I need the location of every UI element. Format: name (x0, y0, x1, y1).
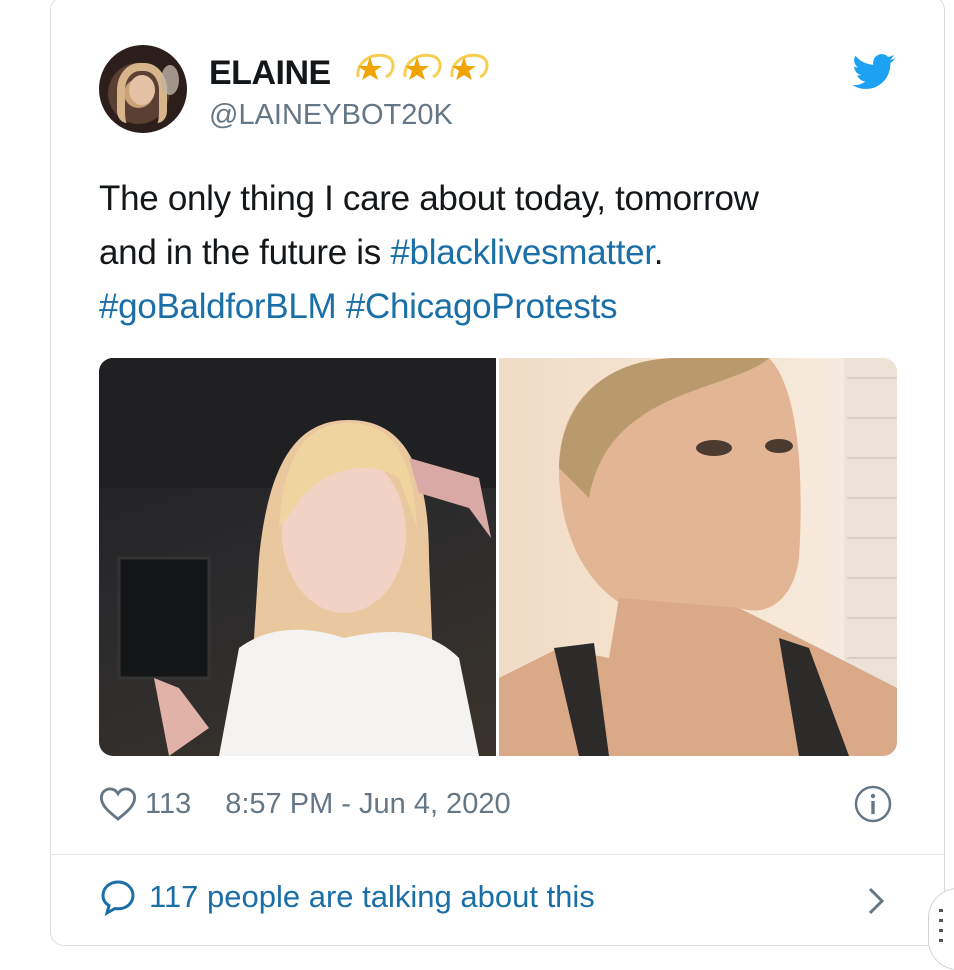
hashtag-goBaldforBLM[interactable]: #goBaldforBLM (99, 287, 337, 326)
photo-before-illustration (99, 358, 496, 756)
conversation-link[interactable]: 117 people are talking about this (99, 878, 595, 916)
user-handle[interactable]: @LAINEYBOT20K (209, 99, 453, 132)
photo-before[interactable] (99, 358, 496, 756)
tweet-text-line-2: and in the future is #blacklivesmatter. (99, 226, 889, 280)
tweet-text-line-3: #goBaldforBLM #ChicagoProtests (99, 280, 889, 334)
text-segment: and in the future is (99, 233, 391, 272)
tweet-meta: 113 8:57 PM - Jun 4, 2020 (99, 784, 511, 824)
hashtag-ChicagoProtests[interactable]: #ChicagoProtests (346, 287, 618, 326)
divider (51, 854, 944, 855)
hashtag-blacklivesmatter[interactable]: #blacklivesmatter (390, 233, 654, 272)
dizzy-star-icon (356, 53, 395, 80)
twitter-bird-icon[interactable] (852, 54, 896, 90)
speech-bubble-icon (101, 880, 135, 916)
avatar[interactable] (99, 45, 187, 133)
tweet-text: The only thing I care about today, tomor… (99, 172, 889, 334)
photo-after-illustration (499, 358, 897, 756)
name-emoji-group (352, 47, 490, 91)
conversation-text: 117 people are talking about this (149, 879, 595, 914)
dizzy-star-icon (403, 53, 442, 80)
tweet-media (99, 358, 897, 756)
like-count[interactable]: 113 (145, 788, 191, 821)
chevron-right-icon[interactable] (862, 884, 890, 918)
tweet-text-line-1: The only thing I care about today, tomor… (99, 179, 759, 218)
display-name[interactable]: ELAINE (209, 54, 331, 93)
info-icon[interactable] (853, 784, 893, 824)
timestamp[interactable]: 8:57 PM - Jun 4, 2020 (225, 788, 510, 821)
heart-icon[interactable] (99, 786, 137, 822)
text-segment: . (653, 233, 664, 272)
photo-after[interactable] (499, 358, 897, 756)
dizzy-star-icon (450, 53, 489, 80)
